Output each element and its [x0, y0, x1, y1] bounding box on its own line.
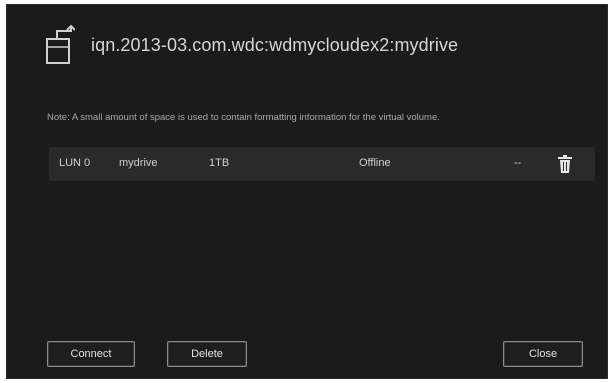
- dialog-title: iqn.2013-03.com.wdc:wdmycloudex2:mydrive: [91, 34, 459, 55]
- iscsi-target-icon: [46, 25, 75, 64]
- dialog-header: iqn.2013-03.com.wdc:wdmycloudex2:mydrive: [45, 23, 458, 67]
- volume-size: 1TB: [209, 157, 230, 169]
- volume-name: mydrive: [119, 157, 158, 169]
- volume-status: Offline: [359, 157, 391, 169]
- connect-button[interactable]: Connect: [47, 341, 135, 367]
- iscsi-target-dialog: iqn.2013-03.com.wdc:wdmycloudex2:mydrive…: [6, 4, 608, 379]
- note-text: Note: A small amount of space is used to…: [47, 112, 440, 123]
- close-button[interactable]: Close: [503, 341, 583, 367]
- volume-extra: --: [514, 157, 522, 169]
- lun-row: LUN 0 mydrive 1TB Offline --: [49, 147, 595, 181]
- lun-label: LUN 0: [59, 157, 91, 169]
- trash-icon[interactable]: [557, 154, 573, 174]
- delete-button[interactable]: Delete: [167, 341, 247, 367]
